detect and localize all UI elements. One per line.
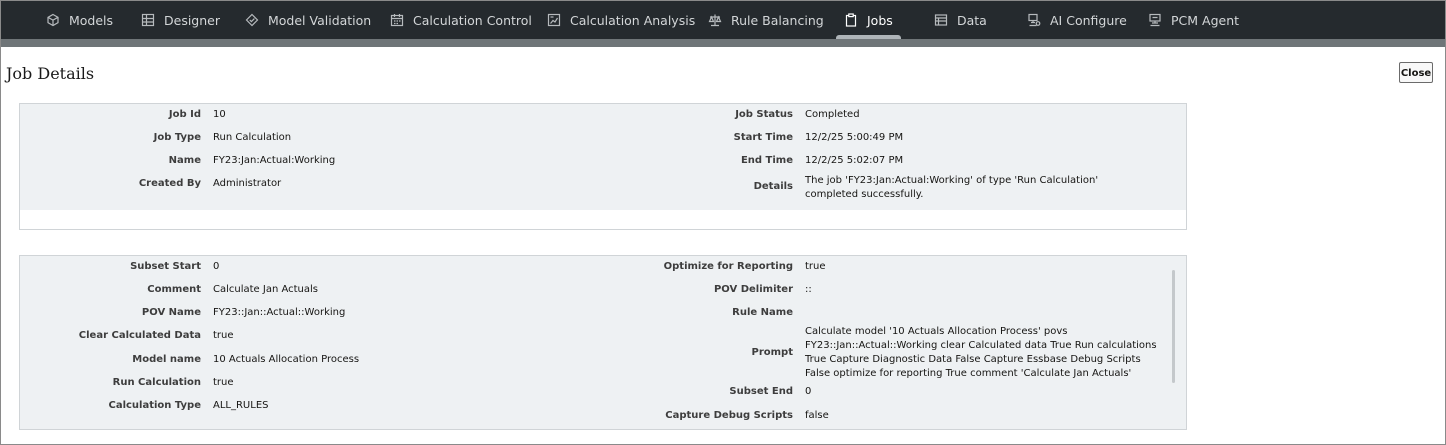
- nav-label: AI Configure: [1050, 12, 1127, 28]
- nav-label: Data: [957, 12, 987, 28]
- job-type-value: Run Calculation: [213, 132, 292, 143]
- subset-end-label: Subset End: [729, 386, 793, 397]
- clear-calculated-data-label: Clear Calculated Data: [78, 330, 201, 341]
- job-id-label: Job Id: [168, 109, 201, 120]
- subset-start-value: 0: [213, 261, 220, 272]
- pov-name-value: FY23::Jan::Actual::Working: [213, 307, 346, 318]
- nav-divider: [1, 39, 1445, 47]
- details-value: The job 'FY23:Jan:Actual:Working' of typ…: [805, 175, 1099, 200]
- run-calculation-label: Run Calculation: [112, 377, 201, 388]
- model-name-value: 10 Actuals Allocation Process: [213, 354, 360, 365]
- agent-icon: [1148, 13, 1162, 27]
- analysis-icon: [547, 13, 561, 27]
- clear-calculated-data-value: true: [213, 330, 234, 341]
- nav-label: Rule Balancing: [731, 12, 824, 28]
- clipboard-icon: [844, 13, 858, 27]
- job-type-label: Job Type: [153, 132, 201, 143]
- job-status-label: Job Status: [735, 109, 793, 120]
- nav-label: Calculation Control: [413, 12, 532, 28]
- capture-debug-scripts-label: Capture Debug Scripts: [665, 410, 793, 421]
- nav-designer[interactable]: Designer: [141, 1, 220, 39]
- subset-start-label: Subset Start: [130, 261, 201, 272]
- balance-icon: [708, 13, 722, 27]
- pov-delimiter-label: POV Delimiter: [713, 284, 793, 295]
- name-label: Name: [168, 155, 201, 166]
- name-value: FY23:Jan:Actual:Working: [213, 155, 336, 166]
- nav-calculation-control[interactable]: Calculation Control: [390, 1, 532, 39]
- job-status-value: Completed: [805, 109, 860, 120]
- created-by-label: Created By: [138, 178, 201, 189]
- cube-icon: [46, 13, 60, 27]
- top-navigation: Models Designer Model Validation Calcula…: [1, 1, 1445, 39]
- nav-models[interactable]: Models: [46, 1, 113, 39]
- rule-name-label: Rule Name: [732, 307, 793, 318]
- comment-label: Comment: [147, 284, 201, 295]
- nav-label: Jobs: [867, 12, 893, 28]
- nav-model-validation[interactable]: Model Validation: [245, 1, 371, 39]
- nav-jobs[interactable]: Jobs: [836, 1, 901, 39]
- job-id-value: 10: [213, 109, 226, 120]
- validation-icon: [245, 13, 259, 27]
- calendar-icon: [390, 13, 404, 27]
- end-time-label: End Time: [740, 155, 793, 166]
- comment-value: Calculate Jan Actuals: [213, 284, 319, 295]
- nav-calculation-analysis[interactable]: Calculation Analysis: [547, 1, 695, 39]
- nav-label: Models: [69, 12, 114, 28]
- ai-config-icon: [1027, 13, 1041, 27]
- details-label: Details: [753, 181, 793, 192]
- pov-delimiter-value: ::: [805, 284, 812, 295]
- calculation-type-label: Calculation Type: [108, 400, 201, 411]
- optimize-for-reporting-label: Optimize for Reporting: [663, 261, 793, 272]
- page-title: Job Details: [6, 64, 95, 83]
- model-name-label: Model name: [132, 354, 201, 365]
- capture-debug-scripts-value: false: [805, 410, 829, 421]
- prompt-label: Prompt: [751, 347, 794, 358]
- nav-label: Designer: [164, 12, 220, 28]
- start-time-value: 12/2/25 5:00:49 PM: [805, 132, 904, 143]
- created-by-value: Administrator: [213, 178, 282, 189]
- pov-name-label: POV Name: [141, 307, 201, 318]
- grid-icon: [141, 13, 155, 27]
- nav-label: Model Validation: [268, 12, 372, 28]
- nav-label: PCM Agent: [1171, 12, 1240, 28]
- nav-pcm-agent[interactable]: PCM Agent: [1148, 1, 1239, 39]
- prompt-scrollbar[interactable]: [1172, 270, 1175, 383]
- nav-label: Calculation Analysis: [570, 12, 696, 28]
- run-calculation-value: true: [213, 377, 234, 388]
- end-time-value: 12/2/25 5:02:07 PM: [805, 155, 904, 166]
- nav-data[interactable]: Data: [934, 1, 987, 39]
- nav-rule-balancing[interactable]: Rule Balancing: [708, 1, 824, 39]
- prompt-value: Calculate model '10 Actuals Allocation P…: [805, 326, 1157, 379]
- table-icon: [934, 13, 948, 27]
- subset-end-value: 0: [805, 386, 812, 397]
- calculation-type-value: ALL_RULES: [213, 400, 269, 411]
- start-time-label: Start Time: [733, 132, 793, 143]
- optimize-for-reporting-value: true: [805, 261, 826, 272]
- close-button[interactable]: Close: [1399, 62, 1433, 83]
- nav-ai-configure[interactable]: AI Configure: [1027, 1, 1127, 39]
